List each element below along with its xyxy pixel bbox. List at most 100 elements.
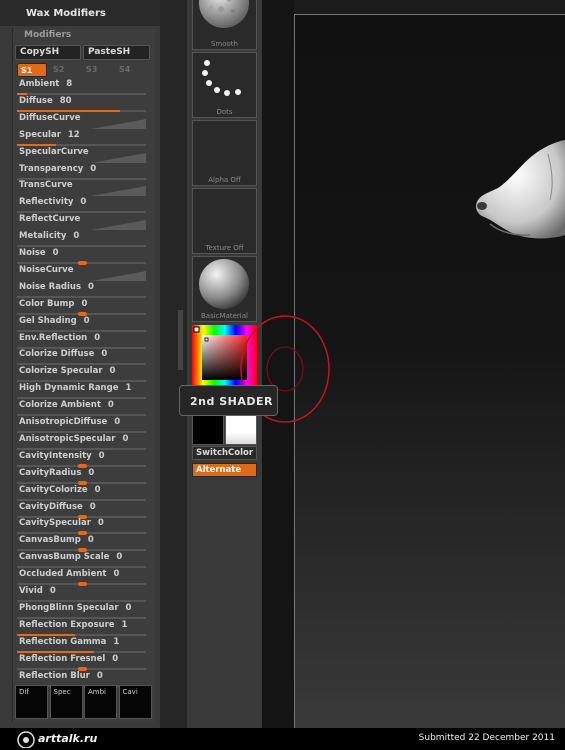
- switch-color-button[interactable]: SwitchColor: [192, 446, 257, 460]
- colorize-ambient-slider[interactable]: Colorize Ambient 0: [14, 399, 150, 417]
- vivid-label: Vivid: [19, 586, 43, 596]
- colorize-specular-slider[interactable]: Colorize Specular 0: [14, 365, 150, 383]
- vivid-slider[interactable]: Vivid 0: [14, 585, 150, 602]
- phongblinn-specular-slider[interactable]: PhongBlinn Specular 0: [14, 602, 150, 619]
- modifiers-section-label[interactable]: Modifiers: [24, 30, 71, 40]
- dots-stroke-icon: [202, 60, 241, 96]
- reflection-fresnel-slider[interactable]: Reflection Fresnel 0: [14, 653, 150, 671]
- transcurve-graph[interactable]: [91, 186, 146, 197]
- texture-tile[interactable]: Texture Off: [192, 188, 257, 254]
- cavitycolorize-value: 0: [94, 484, 101, 495]
- main-color-swatch[interactable]: [192, 415, 224, 445]
- preview-tile-spec[interactable]: Spec: [49, 685, 83, 719]
- shader-slot-2-button[interactable]: S2: [50, 63, 80, 77]
- gel-shading-slider[interactable]: Gel Shading 0: [14, 315, 150, 332]
- diffusecurve-slider[interactable]: DiffuseCurve: [14, 112, 150, 129]
- material-sphere-icon: [199, 259, 249, 309]
- copy-shader-button[interactable]: CopySH: [15, 45, 81, 60]
- alpha-tile-caption: Alpha Off: [208, 176, 241, 184]
- env-reflection-slider[interactable]: Env.Reflection 0: [14, 332, 150, 349]
- transparency-slider[interactable]: Transparency 0: [14, 163, 150, 180]
- cavityradius-slider[interactable]: CavityRadius 0: [14, 467, 150, 485]
- transparency-label: Transparency: [19, 163, 84, 174]
- noise-radius-slider[interactable]: Noise Radius 0: [14, 281, 150, 298]
- cavitycolorize-slider[interactable]: CavityColorize 0: [14, 484, 150, 501]
- shader-slot-4-button[interactable]: S4: [116, 63, 146, 77]
- gel-shading-readout: Gel Shading 0: [19, 316, 90, 326]
- vivid-value: 0: [49, 586, 56, 596]
- noise-readout: Noise 0: [19, 248, 59, 258]
- color-bump-readout: Color Bump 0: [19, 299, 87, 309]
- transparency-readout: Transparency 0: [19, 164, 96, 174]
- high-dynamic-range-slider[interactable]: High Dynamic Range 1: [14, 382, 150, 400]
- noisecurve-slider[interactable]: NoiseCurve: [14, 264, 150, 281]
- specularcurve-slider[interactable]: SpecularCurve: [14, 146, 150, 163]
- reflection-gamma-slider[interactable]: Reflection Gamma 1: [14, 636, 150, 653]
- colorize-specular-value: 0: [109, 366, 116, 377]
- noisecurve-graph[interactable]: [91, 270, 146, 281]
- reflectivity-slider[interactable]: Reflectivity 0: [14, 196, 150, 214]
- diffuse-slider[interactable]: Diffuse 80: [14, 95, 150, 112]
- gel-shading-value: 0: [83, 315, 90, 326]
- canvasbump-scale-slider[interactable]: CanvasBump Scale 0: [14, 551, 150, 569]
- palette-header[interactable]: Wax Modifiers: [0, 0, 160, 26]
- cavitydiffuse-slider[interactable]: CavityDiffuse 0: [14, 501, 150, 519]
- brush-tile[interactable]: Smooth: [192, 0, 257, 50]
- diffusecurve-graph[interactable]: [91, 118, 146, 129]
- tray-resize-handle[interactable]: [178, 310, 183, 370]
- ambient-readout: Ambient 8: [19, 79, 72, 89]
- document-canvas[interactable]: [294, 14, 565, 728]
- ambient-slider[interactable]: Ambient 8: [14, 78, 150, 95]
- paste-shader-button[interactable]: PasteSH: [83, 45, 150, 60]
- preview-tile-dif[interactable]: Dif: [15, 685, 48, 719]
- shader-slot-3-button[interactable]: S3: [83, 63, 113, 77]
- reflectivity-label: Reflectivity: [19, 197, 74, 208]
- colorize-diffuse-readout: Colorize Diffuse 0: [19, 349, 107, 359]
- stroke-tile[interactable]: Dots: [192, 52, 257, 118]
- specularcurve-graph[interactable]: [91, 152, 146, 163]
- reflection-blur-slider[interactable]: Reflection Blur 0: [14, 670, 150, 687]
- colorize-diffuse-slider[interactable]: Colorize Diffuse 0: [14, 348, 150, 366]
- colorize-ambient-label: Colorize Ambient: [19, 400, 101, 411]
- diffuse-value: 80: [59, 95, 72, 106]
- canvasbump-scale-readout: CanvasBump Scale 0: [19, 552, 122, 562]
- cavitydiffuse-label: CavityDiffuse: [19, 501, 83, 512]
- anisotropicspecular-slider[interactable]: AnisotropicSpecular 0: [14, 433, 150, 450]
- reflectcurve-slider[interactable]: ReflectCurve: [14, 213, 150, 231]
- color-bump-slider[interactable]: Color Bump 0: [14, 298, 150, 316]
- cavityspecular-slider[interactable]: CavitySpecular 0: [14, 517, 150, 536]
- noise-slider[interactable]: Noise 0: [14, 247, 150, 265]
- noise-value: 0: [52, 248, 59, 258]
- reflection-fresnel-label: Reflection Fresnel: [19, 653, 106, 664]
- occluded-ambient-value: 0: [113, 569, 120, 580]
- cavityradius-label: CavityRadius: [19, 467, 82, 478]
- canvasbump-label: CanvasBump: [19, 535, 81, 546]
- logo-text: arttalk.ru: [38, 732, 98, 745]
- colorize-ambient-readout: Colorize Ambient 0: [19, 400, 114, 410]
- cavitycolorize-label: CavityColorize: [19, 484, 88, 495]
- color-bump-label: Color Bump: [19, 298, 75, 309]
- cavityintensity-slider[interactable]: CavityIntensity 0: [14, 450, 150, 468]
- color-bump-value: 0: [81, 298, 88, 309]
- anisotropicdiffuse-slider[interactable]: AnisotropicDiffuse 0: [14, 416, 150, 433]
- cavityintensity-label: CavityIntensity: [19, 450, 92, 461]
- cavityspecular-label: CavitySpecular: [19, 518, 91, 529]
- transcurve-slider[interactable]: TransCurve: [14, 179, 150, 197]
- ambient-label: Ambient: [19, 79, 60, 89]
- alpha-tile[interactable]: Alpha Off: [192, 120, 257, 186]
- cavityintensity-value: 0: [98, 450, 105, 461]
- dog-sculpt-model[interactable]: [470, 140, 565, 250]
- reflectcurve-graph[interactable]: [91, 220, 146, 231]
- specular-slider[interactable]: Specular 12: [14, 129, 150, 146]
- metalicity-slider[interactable]: Metalicity 0: [14, 230, 150, 248]
- env-reflection-label: Env.Reflection: [19, 332, 88, 343]
- reflection-exposure-slider[interactable]: Reflection Exposure 1: [14, 619, 150, 636]
- noise-radius-readout: Noise Radius 0: [19, 282, 94, 292]
- occluded-ambient-slider[interactable]: Occluded Ambient 0: [14, 568, 150, 587]
- alternate-button[interactable]: Alternate: [192, 463, 257, 477]
- preview-tile-ambi[interactable]: Ambi: [84, 685, 117, 719]
- canvasbump-scale-label: CanvasBump Scale: [19, 552, 110, 563]
- preview-tile-cavi[interactable]: Cavi: [118, 685, 152, 719]
- shader-slot-1-button[interactable]: S1: [17, 63, 47, 77]
- canvasbump-slider[interactable]: CanvasBump 0: [14, 534, 150, 553]
